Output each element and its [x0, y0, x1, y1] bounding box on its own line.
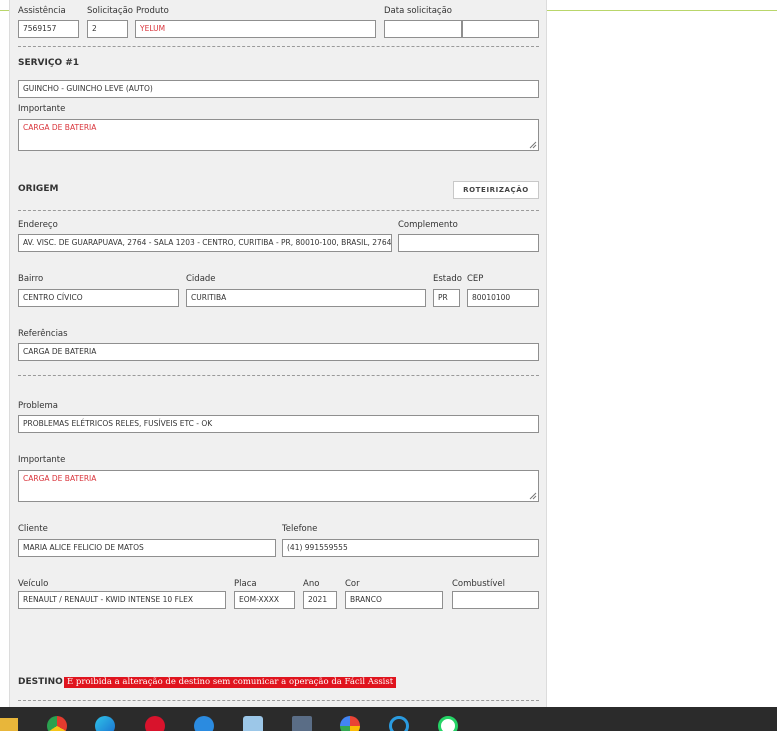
combustivel-field[interactable] [452, 591, 539, 609]
data-solicitacao-label: Data solicitação [384, 6, 453, 16]
problema-importante-text: CARGA DE BATERIA [23, 474, 97, 483]
problema-importante-textarea[interactable]: CARGA DE BATERIA [18, 470, 539, 502]
solicitacao-label: Solicitação [87, 6, 133, 16]
cidade-label: Cidade [186, 274, 216, 284]
importante-label: Importante [18, 104, 66, 114]
telefone-label: Telefone [282, 524, 318, 534]
bairro-label: Bairro [18, 274, 44, 284]
referencias-label: Referências [18, 329, 68, 339]
servico-title: SERVIÇO #1 [18, 58, 80, 68]
problema-label: Problema [18, 401, 58, 411]
veiculo-label: Veículo [18, 579, 49, 589]
section-divider [18, 375, 539, 376]
cortana-icon[interactable] [389, 716, 409, 731]
cep-field[interactable]: 80010100 [467, 289, 539, 307]
servico-importante-text: CARGA DE BATERIA [23, 123, 97, 132]
endereco-field[interactable]: AV. VISC. DE GUARAPUAVA, 2764 - SALA 120… [18, 234, 392, 252]
produto-field[interactable]: YELUM [135, 20, 376, 38]
ano-field[interactable]: 2021 [303, 591, 337, 609]
origem-title: ORIGEM [18, 184, 59, 194]
cliente-field[interactable]: MARIA ALICE FELICIO DE MATOS [18, 539, 276, 557]
veiculo-field[interactable]: RENAULT / RENAULT - KWID INTENSE 10 FLEX [18, 591, 226, 609]
resize-grip-icon[interactable] [529, 492, 537, 500]
section-divider [18, 46, 539, 47]
servico-importante-textarea[interactable]: CARGA DE BATERIA [18, 119, 539, 151]
cep-label: CEP [467, 274, 484, 284]
ano-label: Ano [303, 579, 320, 589]
complemento-label: Complemento [398, 220, 458, 230]
bairro-field[interactable]: CENTRO CÍVICO [18, 289, 179, 307]
destino-title: DESTINO [18, 677, 63, 687]
section-divider [18, 700, 539, 701]
endereco-label: Endereço [18, 220, 58, 230]
produto-label: Produto [136, 6, 169, 16]
pen-icon[interactable] [243, 716, 263, 731]
opera-icon[interactable] [145, 716, 165, 731]
maps-icon[interactable] [340, 716, 360, 731]
whatsapp-icon[interactable] [438, 716, 458, 731]
assistencia-label: Assistência [18, 6, 66, 16]
cliente-label: Cliente [18, 524, 48, 534]
solicitacao-field[interactable]: 2 [87, 20, 128, 38]
destino-warning-badge: É proibida a alteração de destino sem co… [64, 677, 397, 688]
resize-grip-icon[interactable] [529, 141, 537, 149]
section-divider [18, 210, 539, 211]
chrome-icon[interactable] [47, 716, 67, 731]
data-solicitacao-time-field[interactable] [462, 20, 539, 38]
cor-label: Cor [345, 579, 360, 589]
referencias-field[interactable]: CARGA DE BATERIA [18, 343, 539, 361]
placa-field[interactable]: EOM-XXXX [234, 591, 295, 609]
edge-icon[interactable] [95, 716, 115, 731]
cor-field[interactable]: BRANCO [345, 591, 443, 609]
data-solicitacao-date-field[interactable] [384, 20, 462, 38]
importante-label: Importante [18, 455, 66, 465]
cidade-field[interactable]: CURITIBA [186, 289, 426, 307]
phone-icon[interactable] [194, 716, 214, 731]
roteirizacao-button[interactable]: ROTEIRIZAÇÃO [453, 181, 539, 199]
assistencia-field[interactable]: 7569157 [18, 20, 79, 38]
estado-label: Estado [433, 274, 462, 284]
folder-icon[interactable] [0, 718, 18, 731]
calculator-icon[interactable] [292, 716, 312, 731]
placa-label: Placa [234, 579, 257, 589]
complemento-field[interactable] [398, 234, 539, 252]
telefone-field[interactable]: (41) 991559555 [282, 539, 539, 557]
estado-field[interactable]: PR [433, 289, 460, 307]
windows-taskbar [0, 707, 777, 731]
combustivel-label: Combustível [452, 579, 505, 589]
problema-field[interactable]: PROBLEMAS ELÉTRICOS RELES, FUSÍVEIS ETC … [18, 415, 539, 433]
service-type-field[interactable]: GUINCHO - GUINCHO LEVE (AUTO) [18, 80, 539, 98]
